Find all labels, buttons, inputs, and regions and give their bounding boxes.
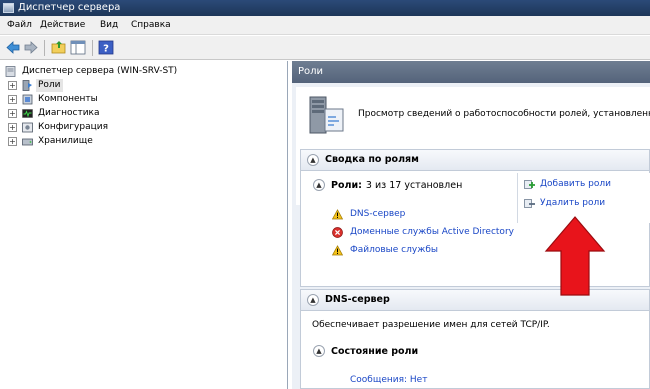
section-title: DNS-сервер	[325, 294, 390, 305]
toolbar: ?	[0, 36, 650, 60]
navigation-tree: Диспетчер сервера (WIN-SRV-ST) + Роли + …	[0, 61, 288, 389]
menu-file[interactable]: Файл	[7, 20, 32, 30]
menu-bar: Файл Действие Вид Справка	[0, 16, 650, 35]
tree-item-roles[interactable]: + Роли	[0, 79, 288, 92]
tree-root-server-manager[interactable]: Диспетчер сервера (WIN-SRV-ST)	[0, 65, 288, 78]
tree-item-label: Хранилище	[38, 136, 93, 146]
pane-description: Просмотр сведений о работоспособности ро…	[358, 109, 650, 119]
roles-label: Роли:	[331, 180, 362, 191]
expand-toggle[interactable]: +	[8, 95, 17, 104]
up-folder-icon[interactable]	[51, 40, 67, 55]
menu-help[interactable]: Справка	[131, 20, 171, 30]
expand-toggle[interactable]: +	[8, 109, 17, 118]
tree-item-label: Диагностика	[38, 108, 100, 118]
dns-server-body: Обеспечивает разрешение имен для сетей T…	[300, 311, 650, 389]
forward-arrow-icon[interactable]	[23, 40, 39, 55]
add-roles-icon	[524, 179, 535, 190]
expand-toggle[interactable]: +	[8, 123, 17, 132]
dns-description: Обеспечивает разрешение имен для сетей T…	[312, 320, 550, 330]
tree-item-configuration[interactable]: + Конфигурация	[0, 121, 288, 134]
configuration-icon	[22, 122, 33, 133]
error-icon	[332, 227, 343, 238]
roles-count: 3 из 17 установлен	[365, 180, 463, 191]
collapse-chevron-icon[interactable]: ▲	[307, 154, 319, 166]
tree-item-label: Компоненты	[38, 94, 98, 104]
server-manager-icon	[5, 66, 16, 77]
expand-toggle[interactable]: +	[8, 137, 17, 146]
warning-icon	[331, 245, 344, 256]
tree-root-label: Диспетчер сервера (WIN-SRV-ST)	[22, 66, 178, 76]
help-icon[interactable]: ?	[98, 40, 114, 55]
role-state-title: Состояние роли	[331, 346, 419, 357]
toolbar-separator	[92, 40, 93, 56]
collapse-chevron-icon[interactable]: ▲	[313, 345, 325, 357]
remove-roles-link[interactable]: Удалить роли	[540, 198, 605, 208]
menu-action[interactable]: Действие	[40, 20, 85, 30]
storage-icon	[22, 136, 33, 147]
messages-link[interactable]: Сообщения: Нет	[350, 375, 427, 385]
server-manager-app-icon	[3, 3, 14, 13]
roles-icon	[22, 80, 33, 91]
svg-text:?: ?	[103, 44, 109, 55]
show-hide-tree-icon[interactable]	[70, 40, 86, 55]
back-arrow-icon[interactable]	[5, 40, 21, 55]
server-roles-icon	[306, 95, 346, 137]
section-title: Сводка по ролям	[325, 154, 419, 165]
menu-view[interactable]: Вид	[100, 20, 118, 30]
tree-item-label: Роли	[36, 79, 63, 92]
collapse-chevron-icon[interactable]: ▲	[307, 294, 319, 306]
remove-roles-icon	[524, 198, 535, 209]
role-link-file-services[interactable]: Файловые службы	[350, 245, 438, 255]
diagnostics-icon	[22, 108, 33, 119]
tree-item-features[interactable]: + Компоненты	[0, 93, 288, 106]
red-pointer-arrow-icon	[544, 216, 606, 296]
expand-toggle[interactable]: +	[8, 81, 17, 90]
window-title: Диспетчер сервера	[18, 2, 121, 13]
tree-item-diagnostics[interactable]: + Диагностика	[0, 107, 288, 120]
roles-summary-header[interactable]: ▲ Сводка по ролям	[300, 149, 650, 171]
tree-item-label: Конфигурация	[38, 122, 108, 132]
roles-count-line: Роли: 3 из 17 установлен	[331, 180, 462, 191]
features-icon	[22, 94, 33, 105]
warning-icon	[331, 209, 344, 220]
tree-item-storage[interactable]: + Хранилище	[0, 135, 288, 148]
role-link-active-directory[interactable]: Доменные службы Active Directory	[350, 227, 514, 237]
toolbar-separator	[44, 40, 45, 56]
role-link-dns[interactable]: DNS-сервер	[350, 209, 405, 219]
collapse-chevron-icon[interactable]: ▲	[313, 179, 325, 191]
title-bar: Диспетчер сервера	[0, 0, 650, 16]
add-roles-link[interactable]: Добавить роли	[540, 179, 611, 189]
pane-title: Роли	[292, 61, 650, 83]
